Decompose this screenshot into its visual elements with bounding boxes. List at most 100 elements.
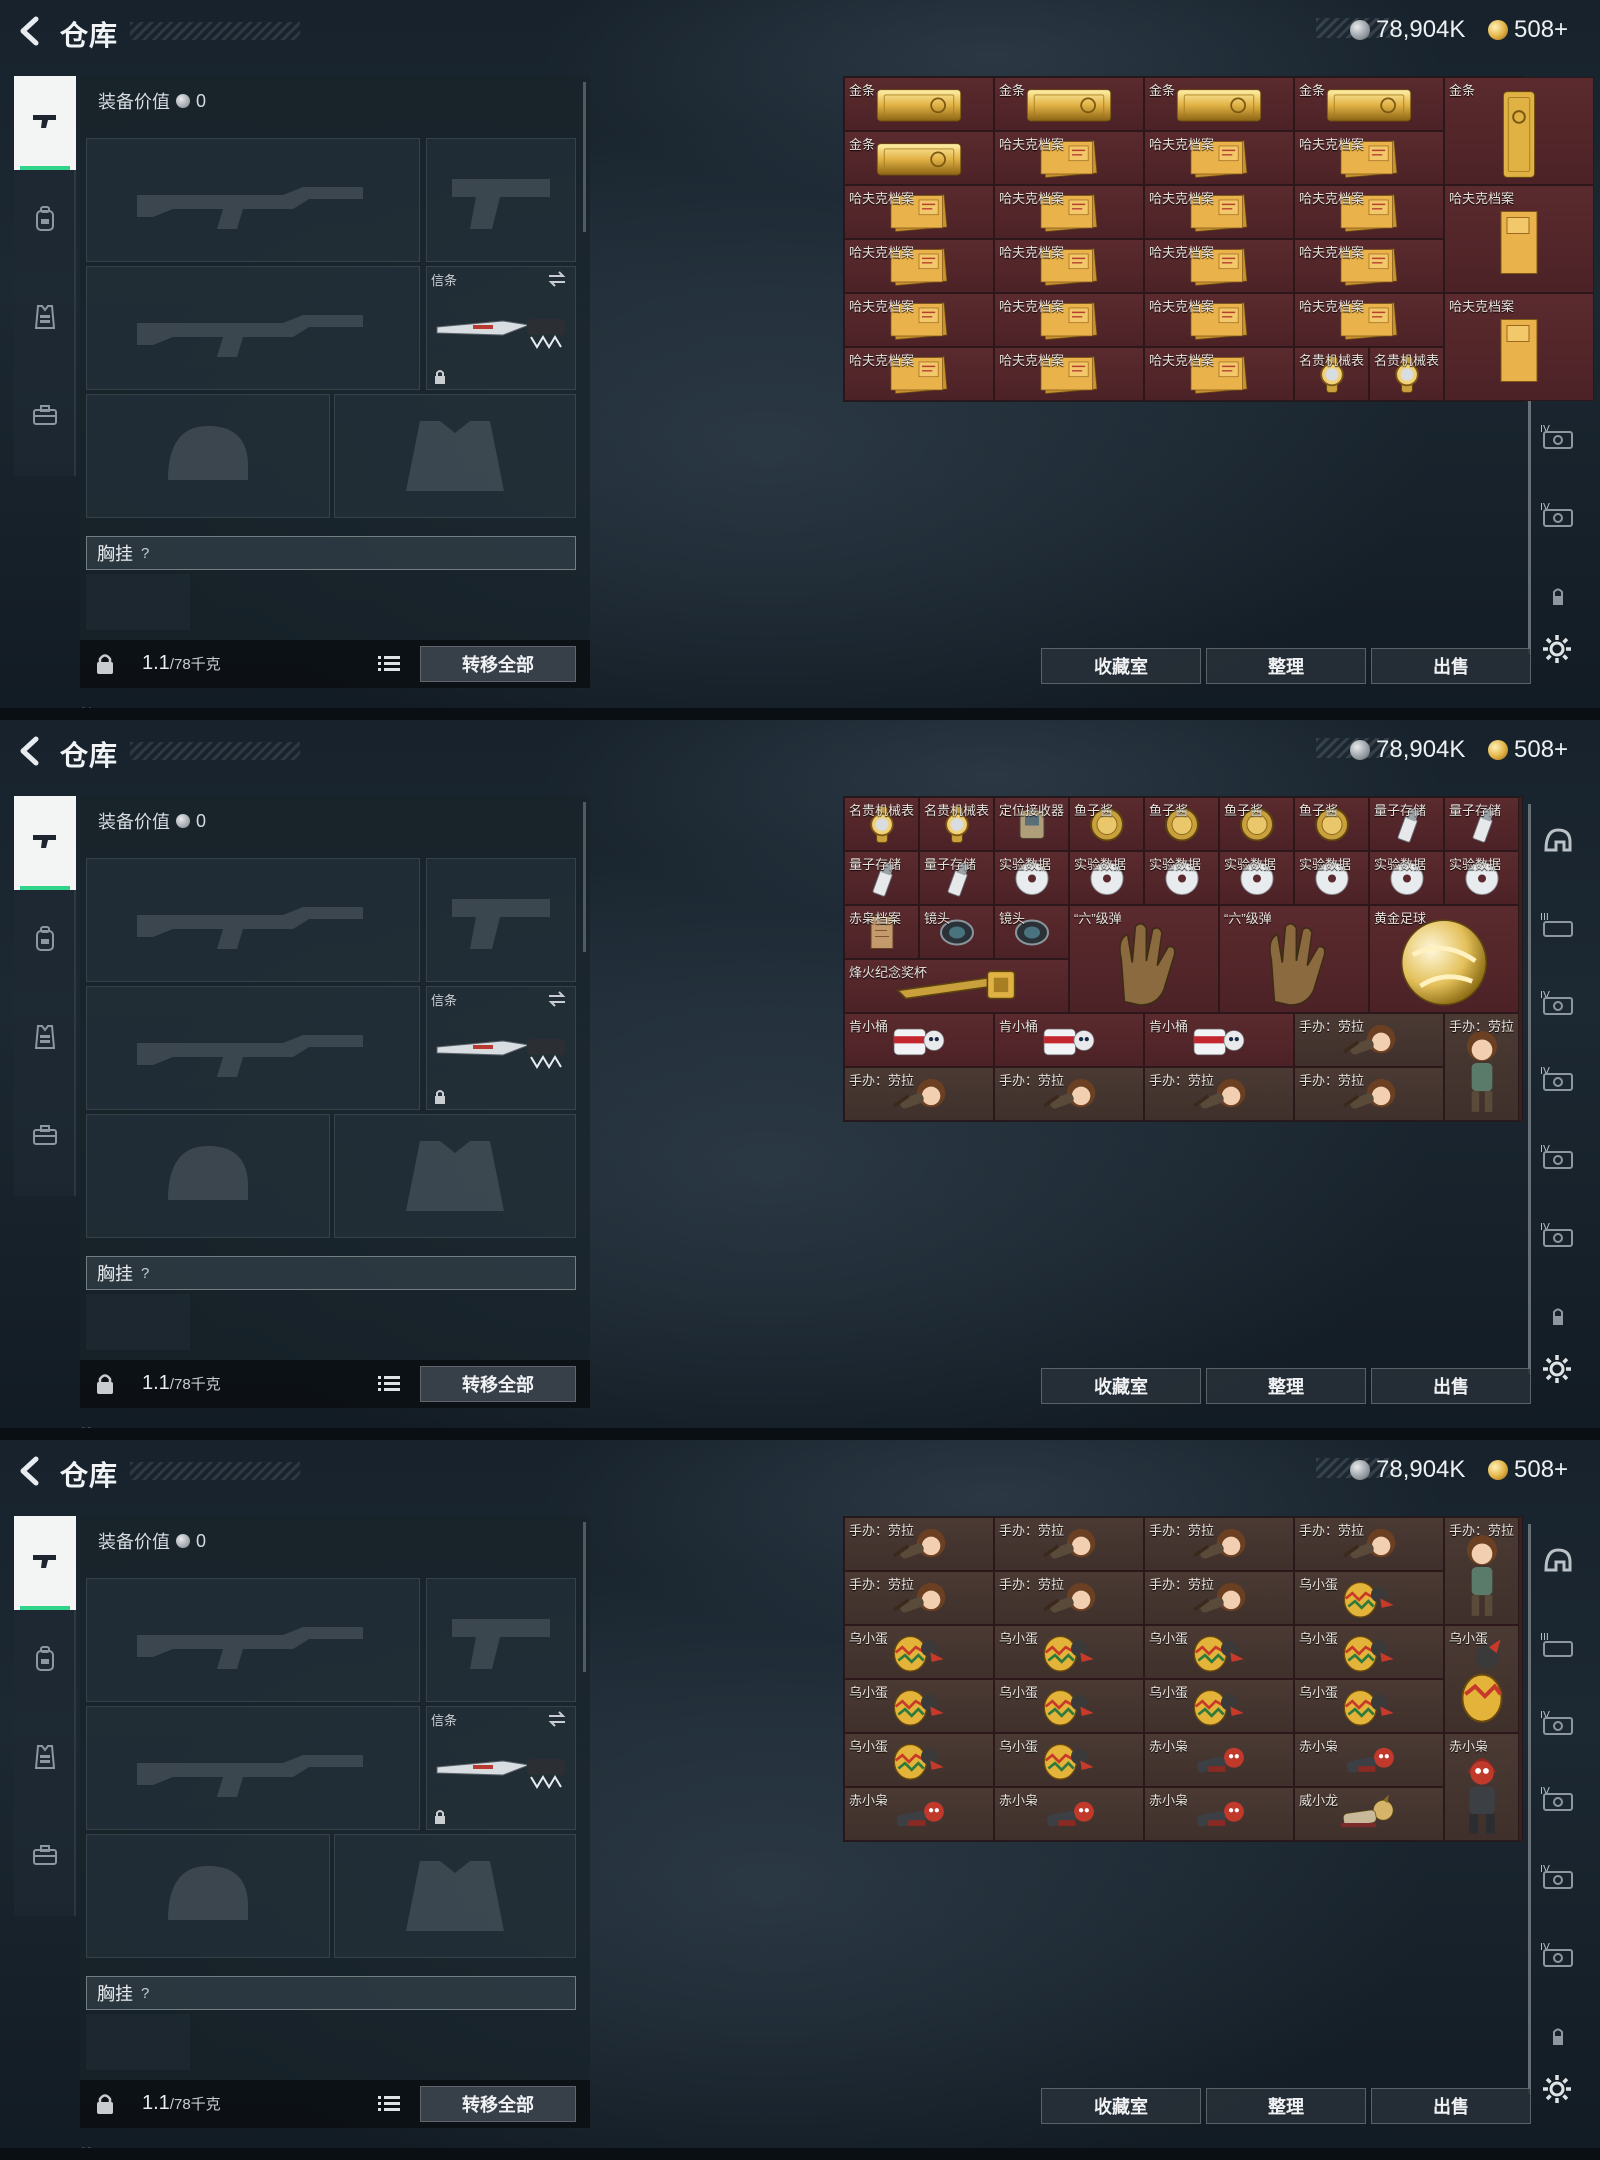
storage-item[interactable]: 手办：劳拉 [1144, 1571, 1294, 1625]
transfer-all-button[interactable]: 转移全部 [420, 2086, 576, 2122]
storage-item[interactable]: 哈夫克档案 [994, 293, 1144, 347]
storage-item[interactable]: 手办：劳拉 [994, 1517, 1144, 1571]
storage-item[interactable]: 赤小枭 [1294, 1733, 1444, 1787]
rail-armor-iv-button[interactable]: IV [1536, 982, 1580, 1026]
helmet-slot[interactable] [86, 394, 330, 518]
melee-slot[interactable]: 信条 [426, 266, 576, 390]
storage-item[interactable]: 乌小蛋 [844, 1679, 994, 1733]
storage-item[interactable]: 乌小蛋 [994, 1625, 1144, 1679]
storage-item[interactable]: 哈夫克档案 [1294, 185, 1444, 239]
primary-weapon-slot[interactable] [86, 138, 420, 262]
help-icon[interactable]: ? [141, 1985, 149, 2002]
rail-armor-iv-button[interactable]: IV [1536, 1702, 1580, 1746]
storage-item[interactable]: 手办：劳拉 [1144, 1067, 1294, 1121]
sell-button[interactable]: 出售 [1371, 1368, 1531, 1404]
storage-item[interactable]: 定位接收器 [994, 797, 1069, 851]
sidearm-slot[interactable] [426, 1578, 576, 1702]
storage-item[interactable]: 乌小蛋 [844, 1733, 994, 1787]
rail-armor-iv-button[interactable]: IV [1536, 1136, 1580, 1180]
storage-item[interactable]: 名贵机械表 [919, 797, 994, 851]
rail-armor-iii-button[interactable]: III [1536, 904, 1580, 948]
storage-item[interactable]: 黄金足球 [1369, 905, 1519, 1013]
equipment-scrollbar[interactable] [583, 82, 586, 232]
storage-item[interactable]: 乌小蛋 [1144, 1679, 1294, 1733]
storage-item[interactable]: 量子存储 [844, 851, 919, 905]
storage-item[interactable]: 手办：劳拉 [1294, 1013, 1444, 1067]
storage-item[interactable]: 镜头 [994, 905, 1069, 959]
back-button[interactable] [14, 14, 48, 48]
storage-item[interactable]: 量子存储 [1444, 797, 1519, 851]
primary-weapon-slot[interactable] [86, 858, 420, 982]
storage-item[interactable]: 哈夫克档案 [994, 347, 1144, 401]
storage-item[interactable]: 鱼子酱 [1069, 797, 1144, 851]
nav-toolbox[interactable] [14, 370, 76, 464]
storage-item[interactable]: 哈夫克档案 [1444, 185, 1594, 293]
storage-item[interactable]: 乌小蛋 [1294, 1625, 1444, 1679]
nav-gun[interactable] [14, 76, 76, 170]
storage-item[interactable]: “六”级弹 [1069, 905, 1219, 1013]
storage-item[interactable]: 实验数据 [1294, 851, 1369, 905]
chest-rig-slot[interactable] [86, 2014, 190, 2070]
rail-armor-iv-button[interactable]: IV [1536, 416, 1580, 460]
storage-item[interactable]: 哈夫克档案 [844, 185, 994, 239]
chest-rig-header[interactable]: 胸挂 ? [86, 1256, 576, 1290]
sell-button[interactable]: 出售 [1371, 648, 1531, 684]
storage-item[interactable]: 肯小桶 [844, 1013, 994, 1067]
back-button[interactable] [14, 734, 48, 768]
gold-currency[interactable]: 508+ [1488, 736, 1568, 764]
storage-item[interactable]: 乌小蛋 [1294, 1571, 1444, 1625]
chest-rig-header[interactable]: 胸挂 ? [86, 536, 576, 570]
storage-item[interactable]: 手办：劳拉 [1444, 1013, 1519, 1121]
storage-item[interactable]: 名贵机械表 [844, 797, 919, 851]
storage-item[interactable]: 赤枭档案 [844, 905, 919, 959]
storage-item[interactable]: 量子存储 [919, 851, 994, 905]
transfer-all-button[interactable]: 转移全部 [420, 1366, 576, 1402]
storage-item[interactable]: 哈夫克档案 [994, 185, 1144, 239]
nav-backpack[interactable] [14, 174, 76, 268]
storage-item[interactable]: 金条 [1294, 77, 1444, 131]
storage-item[interactable]: 手办：劳拉 [844, 1067, 994, 1121]
collection-room-button[interactable]: 收藏室 [1041, 648, 1201, 684]
sort-button[interactable]: 整理 [1206, 1368, 1366, 1404]
storage-item[interactable]: 威小龙 [1294, 1787, 1444, 1841]
armor-slot[interactable] [334, 1114, 576, 1238]
sidearm-slot[interactable] [426, 138, 576, 262]
silver-currency[interactable]: 78,904K [1350, 1456, 1465, 1484]
storage-item[interactable]: 肯小桶 [1144, 1013, 1294, 1067]
nav-gun[interactable] [14, 1516, 76, 1610]
storage-item[interactable]: 赤小枭 [1144, 1733, 1294, 1787]
helmet-slot[interactable] [86, 1114, 330, 1238]
gold-currency[interactable]: 508+ [1488, 1456, 1568, 1484]
storage-item[interactable]: 手办：劳拉 [844, 1517, 994, 1571]
storage-item[interactable]: 赤小枭 [1144, 1787, 1294, 1841]
storage-item[interactable]: 鱼子酱 [1144, 797, 1219, 851]
nav-toolbox[interactable] [14, 1090, 76, 1184]
melee-slot[interactable]: 信条 [426, 1706, 576, 1830]
collection-room-button[interactable]: 收藏室 [1041, 2088, 1201, 2124]
storage-item[interactable]: 赤小枭 [844, 1787, 994, 1841]
storage-item[interactable]: 乌小蛋 [994, 1679, 1144, 1733]
settings-gear-icon[interactable] [1540, 1352, 1574, 1386]
rail-helmet-button[interactable] [1536, 1540, 1580, 1584]
storage-item[interactable]: 哈夫克档案 [1144, 347, 1294, 401]
storage-item[interactable]: 镜头 [919, 905, 994, 959]
nav-vest[interactable] [14, 1712, 76, 1806]
storage-item[interactable]: 哈夫克档案 [994, 239, 1144, 293]
storage-item[interactable]: 哈夫克档案 [1144, 131, 1294, 185]
storage-item[interactable]: 赤小枭 [1444, 1733, 1519, 1841]
rail-armor-iv-button[interactable]: IV [1536, 1856, 1580, 1900]
storage-item[interactable]: 金条 [844, 131, 994, 185]
storage-item[interactable]: 手办：劳拉 [1294, 1517, 1444, 1571]
rail-armor-iv-button[interactable]: IV [1536, 1934, 1580, 1978]
storage-item[interactable]: 名贵机械表 [1294, 347, 1369, 401]
list-icon[interactable] [376, 652, 402, 676]
rail-armor-iv-button[interactable]: IV [1536, 1058, 1580, 1102]
silver-currency[interactable]: 78,904K [1350, 16, 1465, 44]
storage-item[interactable]: 鱼子酱 [1219, 797, 1294, 851]
storage-item[interactable]: 金条 [1144, 77, 1294, 131]
storage-item[interactable]: 烽火纪念奖杯 [844, 959, 1069, 1013]
nav-backpack[interactable] [14, 1614, 76, 1708]
storage-item[interactable]: 手办：劳拉 [1444, 1517, 1519, 1625]
sell-button[interactable]: 出售 [1371, 2088, 1531, 2124]
helmet-slot[interactable] [86, 1834, 330, 1958]
